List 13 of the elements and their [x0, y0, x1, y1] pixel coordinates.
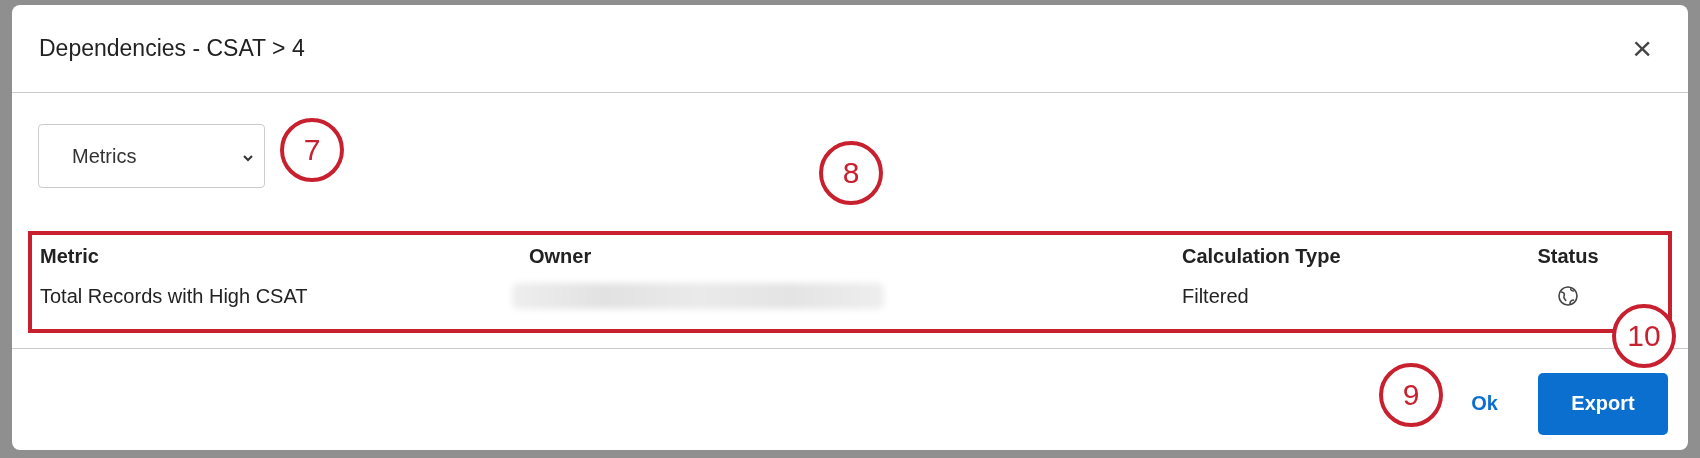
dialog-title: Dependencies - CSAT > 4 — [39, 35, 305, 62]
close-button[interactable]: × — [1626, 29, 1658, 68]
ok-button[interactable]: Ok — [1465, 391, 1504, 416]
chevron-down-icon — [242, 153, 254, 162]
table-cell-text: Filtered — [1182, 283, 1250, 309]
column-header: Owner — [529, 245, 593, 268]
globe-icon — [1557, 285, 1579, 307]
column-header: Metric — [40, 245, 100, 268]
export-button[interactable]: Export — [1538, 372, 1668, 435]
type-dropdown[interactable]: Metrics — [38, 124, 265, 188]
column-header: Calculation Type — [1182, 245, 1342, 268]
column-header: Status — [1536, 245, 1600, 268]
table-cell-text: Total Records with High CSAT — [40, 283, 309, 309]
